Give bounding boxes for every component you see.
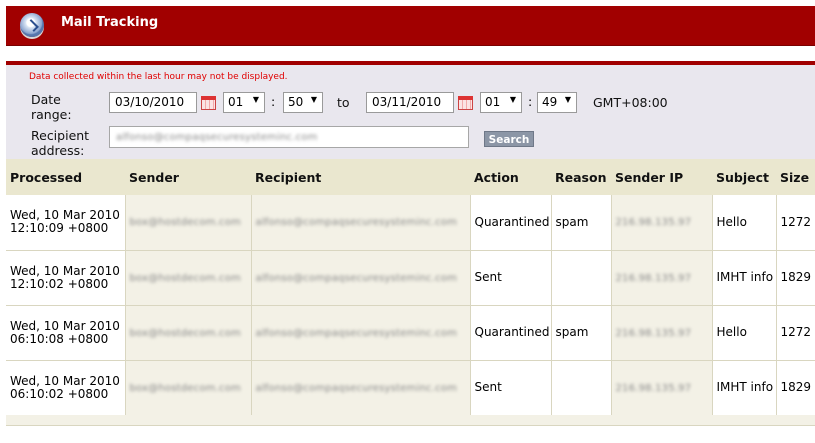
- sender-ip-cell: 216.98.135.97: [611, 195, 713, 251]
- column-header-reason[interactable]: Reason: [551, 159, 611, 195]
- column-header-size[interactable]: Size: [776, 159, 815, 195]
- table-row[interactable]: Wed, 10 Mar 2010 06:10:08 +0800 box@host…: [6, 305, 815, 361]
- table-row[interactable]: Wed, 10 Mar 2010 12:10:02 +0800 box@host…: [6, 250, 815, 306]
- column-header-processed[interactable]: Processed: [6, 159, 125, 195]
- from-hour-select[interactable]: 01 ▼: [223, 92, 265, 113]
- recipient-cell: alfonso@compaqsecuresysteminc.com: [251, 195, 471, 251]
- sender-cell: box@hostdecom.com: [125, 360, 252, 416]
- reason-cell: [551, 250, 612, 306]
- sender-ip-value: 216.98.135.97: [615, 217, 692, 229]
- recipient-address-value: alfonso@compaqsecuresysteminc.com: [116, 132, 318, 143]
- data-delay-notice: Data collected within the last hour may …: [29, 72, 288, 82]
- sender-ip-value: 216.98.135.97: [615, 327, 692, 339]
- sender-ip-cell: 216.98.135.97: [611, 250, 713, 306]
- action-cell: Sent: [470, 360, 552, 416]
- subject-cell: Hello: [712, 305, 777, 361]
- subject-cell: IMHT info: [712, 360, 777, 416]
- sender-cell: box@hostdecom.com: [125, 195, 252, 251]
- to-date-input[interactable]: 03/11/2010: [366, 92, 454, 113]
- subject-cell: IMHT info: [712, 250, 777, 306]
- sender-cell: box@hostdecom.com: [125, 305, 252, 361]
- size-cell: 1829: [776, 250, 815, 306]
- filter-panel: Data collected within the last hour may …: [6, 65, 815, 159]
- page-header: Mail Tracking: [6, 6, 815, 46]
- time-separator: :: [528, 94, 533, 109]
- to-hour-value: 01: [485, 95, 501, 109]
- table-footer: [6, 415, 815, 426]
- column-header-sender[interactable]: Sender: [125, 159, 251, 195]
- recipient-cell: alfonso@compaqsecuresysteminc.com: [251, 360, 471, 416]
- sender-cell: box@hostdecom.com: [125, 250, 252, 306]
- column-header-recipient[interactable]: Recipient: [251, 159, 470, 195]
- chevron-down-icon: ▼: [310, 95, 317, 104]
- processed-cell: Wed, 10 Mar 2010 12:10:09 +0800: [6, 195, 126, 251]
- to-minute-value: 49: [542, 95, 558, 109]
- reason-cell: spam: [551, 305, 612, 361]
- from-hour-value: 01: [228, 95, 244, 109]
- to-calendar-icon[interactable]: [458, 96, 473, 110]
- recipient-cell: alfonso@compaqsecuresysteminc.com: [251, 250, 471, 306]
- action-cell: Sent: [470, 250, 552, 306]
- reason-cell: spam: [551, 195, 612, 251]
- processed-cell: Wed, 10 Mar 2010 06:10:02 +0800: [6, 360, 126, 416]
- table-row[interactable]: Wed, 10 Mar 2010 12:10:09 +0800 box@host…: [6, 195, 815, 251]
- table-header-row: Processed Sender Recipient Action Reason…: [6, 159, 815, 195]
- recipient-address-label: Recipient address:: [31, 128, 90, 158]
- mail-tracking-logo-icon: [20, 13, 44, 37]
- recipient-value: alfonso@compaqsecuresysteminc.com: [255, 327, 458, 339]
- time-separator: :: [271, 94, 276, 109]
- to-label: to: [337, 95, 350, 110]
- sender-ip-cell: 216.98.135.97: [611, 360, 713, 416]
- processed-cell: Wed, 10 Mar 2010 12:10:02 +0800: [6, 250, 126, 306]
- size-cell: 1829: [776, 360, 815, 416]
- to-minute-select[interactable]: 49 ▼: [537, 92, 577, 113]
- from-minute-value: 50: [288, 95, 304, 109]
- from-minute-select[interactable]: 50 ▼: [283, 92, 323, 113]
- subject-cell: Hello: [712, 195, 777, 251]
- from-date-input[interactable]: 03/10/2010: [109, 92, 197, 113]
- sender-ip-cell: 216.98.135.97: [611, 305, 713, 361]
- column-header-subject[interactable]: Subject: [712, 159, 776, 195]
- sender-value: box@hostdecom.com: [129, 382, 241, 394]
- sender-value: box@hostdecom.com: [129, 217, 241, 229]
- to-hour-select[interactable]: 01 ▼: [480, 92, 522, 113]
- search-button[interactable]: Search: [484, 131, 534, 147]
- table-row[interactable]: Wed, 10 Mar 2010 06:10:02 +0800 box@host…: [6, 360, 815, 416]
- sender-value: box@hostdecom.com: [129, 327, 241, 339]
- chevron-down-icon: ▼: [252, 95, 259, 104]
- chevron-down-icon: ▼: [564, 95, 571, 104]
- size-cell: 1272: [776, 195, 815, 251]
- recipient-value: alfonso@compaqsecuresysteminc.com: [255, 217, 458, 229]
- action-cell: Quarantined: [470, 305, 552, 361]
- column-header-sender-ip[interactable]: Sender IP: [611, 159, 712, 195]
- processed-cell: Wed, 10 Mar 2010 06:10:08 +0800: [6, 305, 126, 361]
- action-cell: Quarantined: [470, 195, 552, 251]
- sender-ip-value: 216.98.135.97: [615, 272, 692, 284]
- from-calendar-icon[interactable]: [201, 96, 216, 110]
- recipient-value: alfonso@compaqsecuresysteminc.com: [255, 272, 458, 284]
- results-table: Processed Sender Recipient Action Reason…: [6, 159, 815, 416]
- sender-value: box@hostdecom.com: [129, 272, 241, 284]
- date-range-label: Date range:: [31, 92, 72, 122]
- recipient-cell: alfonso@compaqsecuresysteminc.com: [251, 305, 471, 361]
- recipient-value: alfonso@compaqsecuresysteminc.com: [255, 382, 458, 394]
- timezone-label: GMT+08:00: [593, 95, 668, 110]
- recipient-address-input[interactable]: alfonso@compaqsecuresysteminc.com: [109, 126, 469, 148]
- page-title: Mail Tracking: [61, 15, 159, 30]
- chevron-down-icon: ▼: [509, 95, 516, 104]
- reason-cell: [551, 360, 612, 416]
- sender-ip-value: 216.98.135.97: [615, 382, 692, 394]
- column-header-action[interactable]: Action: [470, 159, 551, 195]
- size-cell: 1272: [776, 305, 815, 361]
